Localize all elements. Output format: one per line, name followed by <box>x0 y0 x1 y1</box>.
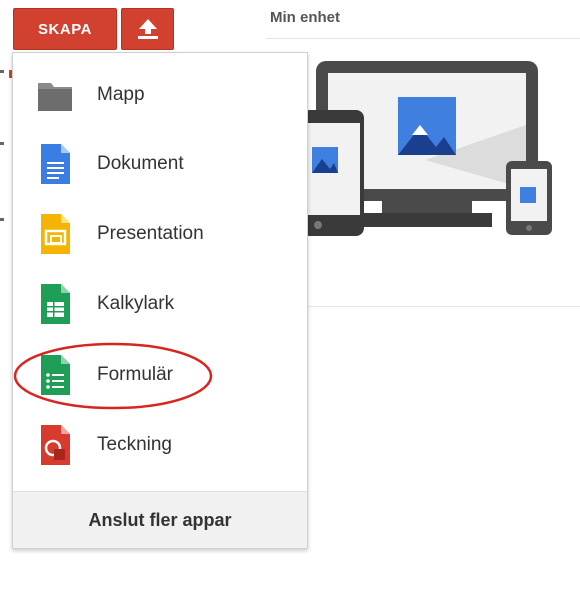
menu-item-form[interactable]: Formulär <box>13 345 307 405</box>
slides-icon <box>41 214 70 254</box>
menu-item-label: Mapp <box>97 84 145 105</box>
menu-item-presentation[interactable]: Presentation <box>13 204 307 264</box>
sheets-icon <box>41 284 70 324</box>
page-title: Min enhet <box>270 9 340 26</box>
left-edge-mark <box>0 142 4 145</box>
left-edge-mark <box>0 70 4 73</box>
menu-item-label: Formulär <box>97 364 174 385</box>
menu-item-spreadsheet[interactable]: Kalkylark <box>13 274 307 334</box>
upload-icon <box>137 19 158 39</box>
menu-item-label: Presentation <box>97 223 204 244</box>
menu-item-label: Kalkylark <box>97 293 175 314</box>
menu-item-label: Teckning <box>97 434 172 455</box>
content-divider <box>300 306 580 307</box>
menu-item-folder[interactable]: Mapp <box>13 65 307 125</box>
menu-item-label: Dokument <box>97 153 184 174</box>
devices-illustration <box>302 61 552 236</box>
drawings-icon <box>41 425 70 465</box>
left-edge-mark <box>0 218 4 221</box>
create-button[interactable]: SKAPA <box>13 8 117 50</box>
docs-icon <box>41 144 70 184</box>
connect-more-apps-button[interactable]: Anslut fler appar <box>13 491 307 548</box>
folder-icon <box>38 83 72 111</box>
menu-item-document[interactable]: Dokument <box>13 134 307 194</box>
menu-item-drawing[interactable]: Teckning <box>13 415 307 475</box>
forms-icon <box>41 355 70 395</box>
create-menu: Mapp Dokument Presentation Kalkylark For… <box>12 52 308 549</box>
upload-button[interactable] <box>121 8 174 50</box>
header-divider <box>266 38 580 39</box>
